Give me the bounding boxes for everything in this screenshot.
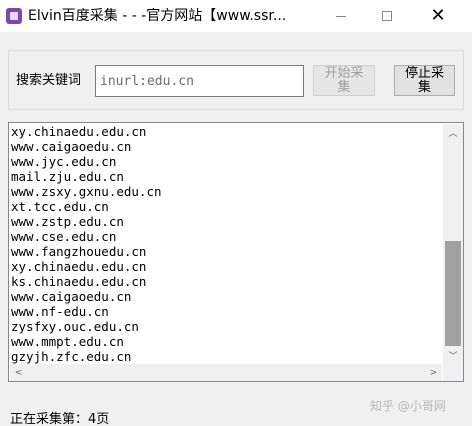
close-button[interactable]: ✕ xyxy=(415,0,461,32)
result-line: ks.chinaedu.edu.cn xyxy=(11,274,147,289)
result-line: zysfxy.ouc.edu.cn xyxy=(11,319,139,334)
title-bar: Elvin百度采集 - - -官方网站【www.ssr... ✕ xyxy=(0,0,472,32)
results-textbox[interactable]: xy.chinaedu.edu.cn www.caigaoedu.cn www.jy… xyxy=(8,122,464,382)
watermark: 知乎 @小哥网 xyxy=(370,399,446,413)
app-icon xyxy=(6,8,22,24)
result-line: www.nf-edu.cn xyxy=(11,304,109,319)
result-line: www.zstp.edu.cn xyxy=(11,214,124,229)
result-line: mail.zju.edu.cn xyxy=(11,169,124,184)
maximize-button[interactable] xyxy=(364,0,410,32)
result-line: gzyjh.zfc.edu.cn xyxy=(11,349,132,364)
scroll-thumb[interactable] xyxy=(445,241,461,346)
keyword-input[interactable]: inurl:edu.cn xyxy=(95,65,304,97)
minimize-icon xyxy=(336,15,346,17)
result-line: www.fangzhouedu.cn xyxy=(11,244,147,259)
scroll-down-icon[interactable]: ﹀ xyxy=(443,347,463,364)
close-icon: ✕ xyxy=(430,5,446,26)
window-title: Elvin百度采集 - - -官方网站【www.ssr... xyxy=(28,8,287,24)
result-line: www.caigaoedu.cn xyxy=(11,139,132,154)
maximize-icon xyxy=(382,11,392,21)
result-line: www.jyc.edu.cn xyxy=(11,154,117,169)
results-list: xy.chinaedu.edu.cn www.caigaoedu.cn www.jy… xyxy=(10,124,442,381)
result-line: www.cse.edu.cn xyxy=(11,229,117,244)
horizontal-scrollbar[interactable]: < > xyxy=(10,364,442,381)
status-text: 正在采集第：4页 xyxy=(10,412,110,426)
result-line: www.zsxy.gxnu.edu.cn xyxy=(11,184,162,199)
result-line: xy.chinaedu.edu.cn xyxy=(11,259,147,274)
scroll-right-icon[interactable]: > xyxy=(425,364,442,381)
keyword-label: 搜索关键词 xyxy=(16,73,82,88)
result-line: xy.chinaedu.edu.cn xyxy=(11,124,147,139)
result-line: xt.tcc.edu.cn xyxy=(11,199,109,214)
start-button[interactable]: 开始采集 xyxy=(313,65,375,96)
minimize-button[interactable] xyxy=(318,0,364,32)
stop-button[interactable]: 停止采集 xyxy=(394,65,455,96)
result-line: www.mmpt.edu.cn xyxy=(11,334,124,349)
result-line: www.caigaoedu.cn xyxy=(11,289,132,304)
vertical-scrollbar[interactable]: ︿ ﹀ xyxy=(443,124,463,364)
scroll-left-icon[interactable]: < xyxy=(10,364,27,381)
scroll-corner xyxy=(443,364,463,381)
scroll-up-icon[interactable]: ︿ xyxy=(443,124,463,141)
